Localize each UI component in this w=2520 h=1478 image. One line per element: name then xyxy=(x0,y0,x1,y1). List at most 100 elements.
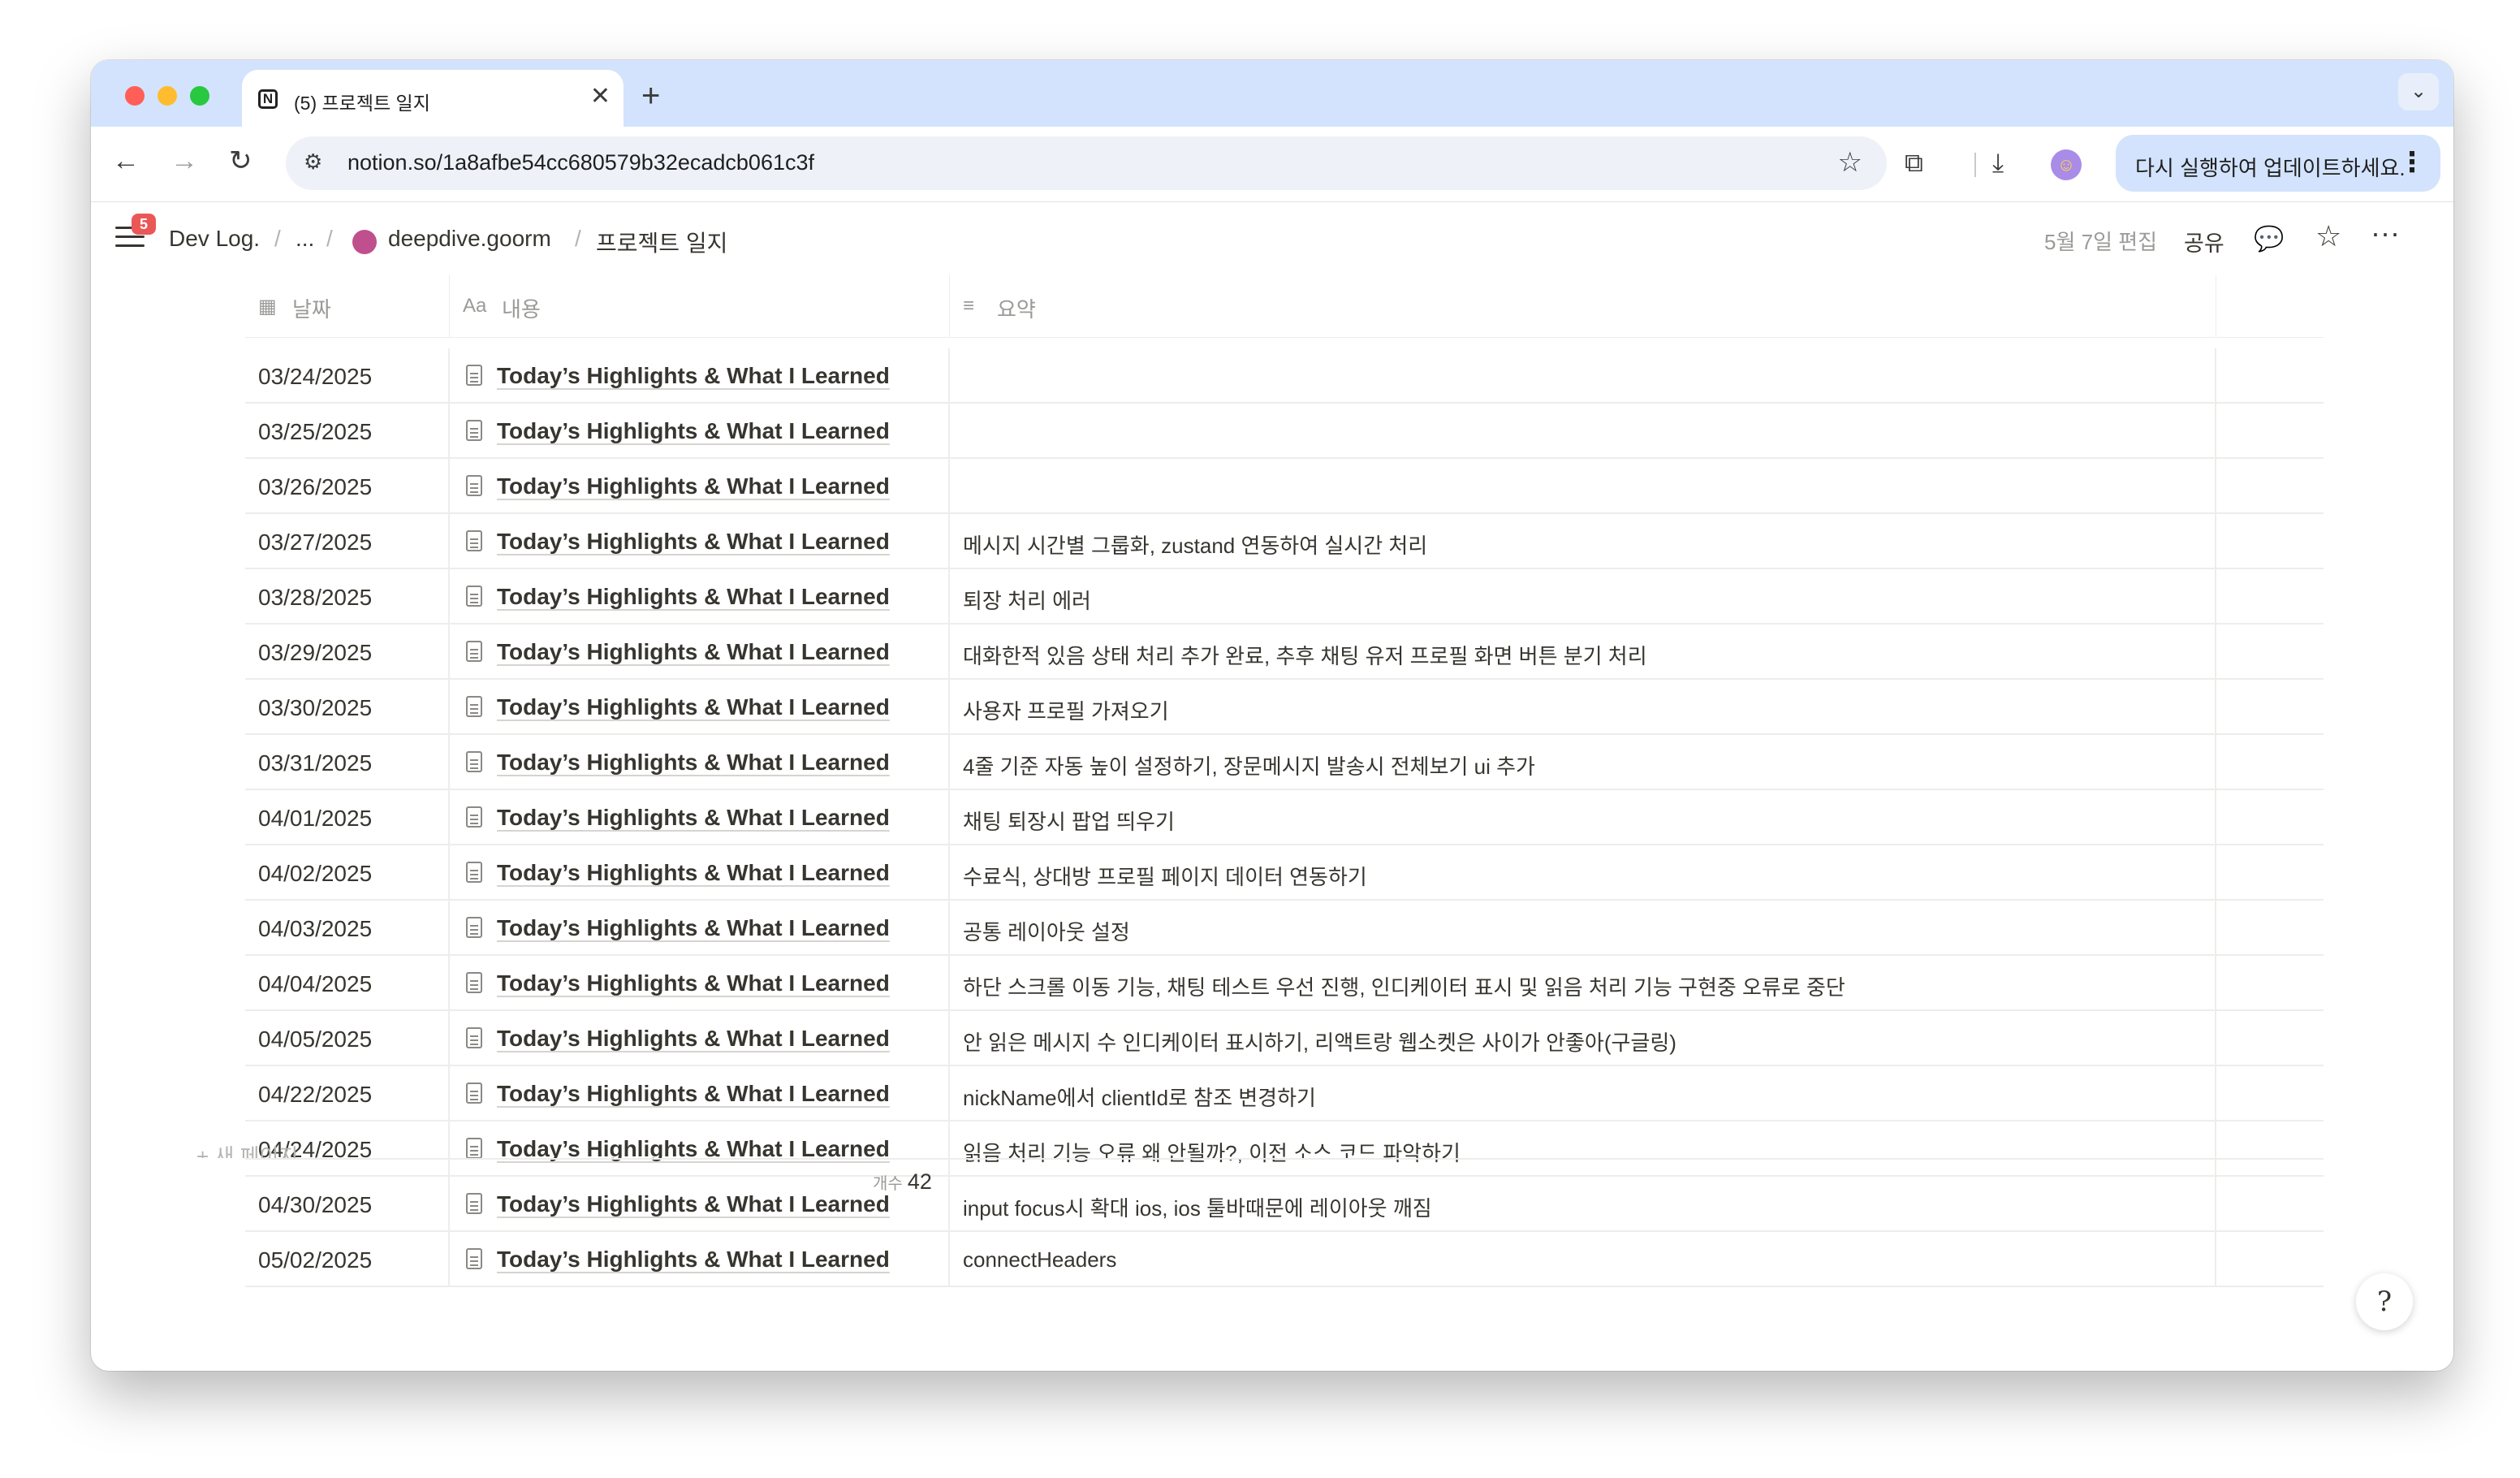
table-row[interactable]: 03/26/2025 Today’s Highlights & What I Le… xyxy=(245,459,2324,514)
page-title-link[interactable]: Today’s Highlights & What I Learned xyxy=(497,694,890,720)
empty-cell[interactable] xyxy=(2216,348,2324,404)
site-settings-icon[interactable]: ⚙ xyxy=(304,149,322,175)
date-cell[interactable]: 03/27/2025 xyxy=(245,514,450,569)
summary-cell[interactable]: 메시지 시간별 그룹화, zustand 연동하여 실시간 처리 xyxy=(950,514,2216,569)
comment-icon[interactable]: 💬 xyxy=(2254,223,2284,256)
date-cell[interactable]: 04/05/2025 xyxy=(245,1011,450,1066)
breadcrumb-dev-log[interactable]: Dev Log. xyxy=(169,226,260,252)
page-title-link[interactable]: Today’s Highlights & What I Learned xyxy=(497,805,890,831)
table-row[interactable]: 03/27/2025 Today’s Highlights & What I Le… xyxy=(245,514,2324,569)
profile-avatar-icon[interactable]: ☺ xyxy=(2051,149,2082,180)
page-title-link[interactable]: Today’s Highlights & What I Learned xyxy=(497,363,890,389)
share-button[interactable]: 공유 xyxy=(2184,226,2224,257)
title-cell[interactable]: Today’s Highlights & What I Learned xyxy=(450,1066,950,1121)
empty-cell[interactable] xyxy=(2216,680,2324,735)
title-cell[interactable]: Today’s Highlights & What I Learned xyxy=(450,790,950,845)
date-cell[interactable]: 04/04/2025 xyxy=(245,956,450,1011)
summary-cell[interactable]: 수료식, 상대방 프로필 페이지 데이터 연동하기 xyxy=(950,845,2216,901)
title-cell[interactable]: Today’s Highlights & What I Learned xyxy=(450,680,950,735)
column-header-summary[interactable]: ≡ 요약 xyxy=(950,275,2216,337)
date-cell[interactable]: 03/30/2025 xyxy=(245,680,450,735)
date-cell[interactable]: 03/31/2025 xyxy=(245,735,450,790)
bookmark-star-icon[interactable]: ☆ xyxy=(1838,146,1862,179)
update-relaunch-button[interactable]: 다시 실행하여 업데이트하세요. ⋮ xyxy=(2116,135,2440,192)
summary-cell[interactable] xyxy=(950,348,2216,404)
breadcrumb-ellipsis[interactable]: ... xyxy=(296,226,314,252)
empty-cell[interactable] xyxy=(2216,569,2324,624)
summary-cell[interactable]: connectHeaders xyxy=(950,1232,2216,1287)
page-title-link[interactable]: Today’s Highlights & What I Learned xyxy=(497,915,890,941)
table-row[interactable]: 04/05/2025 Today’s Highlights & What I Le… xyxy=(245,1011,2324,1066)
last-edited-label[interactable]: 5월 7일 편집 xyxy=(2044,226,2157,256)
summary-cell[interactable]: 공통 레이아웃 설정 xyxy=(950,901,2216,956)
title-cell[interactable]: Today’s Highlights & What I Learned xyxy=(450,459,950,514)
page-title-link[interactable]: Today’s Highlights & What I Learned xyxy=(497,584,890,610)
empty-cell[interactable] xyxy=(2216,790,2324,845)
empty-cell[interactable] xyxy=(2216,1177,2324,1232)
page-title-link[interactable]: Today’s Highlights & What I Learned xyxy=(497,1081,890,1107)
title-cell[interactable]: Today’s Highlights & What I Learned xyxy=(450,901,950,956)
empty-cell[interactable] xyxy=(2216,624,2324,680)
date-cell[interactable]: 04/22/2025 xyxy=(245,1066,450,1121)
title-cell[interactable]: Today’s Highlights & What I Learned xyxy=(450,569,950,624)
table-row[interactable]: 03/24/2025 Today’s Highlights & What I Le… xyxy=(245,348,2324,404)
more-options-icon[interactable]: ··· xyxy=(2371,217,2400,249)
table-row[interactable]: 04/24/2025 Today’s Highlights & What I Le… xyxy=(245,1121,2324,1177)
summary-cell[interactable] xyxy=(950,459,2216,514)
table-row[interactable]: 03/30/2025 Today’s Highlights & What I Le… xyxy=(245,680,2324,735)
page-title-link[interactable]: Today’s Highlights & What I Learned xyxy=(497,750,890,776)
date-cell[interactable]: 04/02/2025 xyxy=(245,845,450,901)
tab-search-button[interactable]: ⌄ xyxy=(2398,73,2439,110)
empty-cell[interactable] xyxy=(2216,1011,2324,1066)
title-cell[interactable]: Today’s Highlights & What I Learned xyxy=(450,1121,950,1177)
empty-cell[interactable] xyxy=(2216,1121,2324,1177)
table-row[interactable]: 04/03/2025 Today’s Highlights & What I Le… xyxy=(245,901,2324,956)
date-cell[interactable]: 03/29/2025 xyxy=(245,624,450,680)
table-row[interactable]: 03/25/2025 Today’s Highlights & What I Le… xyxy=(245,404,2324,459)
title-cell[interactable]: Today’s Highlights & What I Learned xyxy=(450,514,950,569)
empty-cell[interactable] xyxy=(2216,956,2324,1011)
new-tab-button[interactable]: + xyxy=(641,80,660,112)
date-cell[interactable]: 04/30/2025 xyxy=(245,1177,450,1232)
title-cell[interactable]: Today’s Highlights & What I Learned xyxy=(450,956,950,1011)
table-row[interactable]: 04/04/2025 Today’s Highlights & What I Le… xyxy=(245,956,2324,1011)
empty-cell[interactable] xyxy=(2216,735,2324,790)
date-cell[interactable]: 03/24/2025 xyxy=(245,348,450,404)
page-title-link[interactable]: Today’s Highlights & What I Learned xyxy=(497,1247,890,1273)
title-cell[interactable]: Today’s Highlights & What I Learned xyxy=(450,1232,950,1287)
close-window-button[interactable] xyxy=(125,86,145,106)
table-row[interactable]: 04/02/2025 Today’s Highlights & What I Le… xyxy=(245,845,2324,901)
table-row[interactable]: 05/02/2025 Today’s Highlights & What I Le… xyxy=(245,1232,2324,1287)
summary-cell[interactable]: nickName에서 clientId로 참조 변경하기 xyxy=(950,1066,2216,1121)
address-bar[interactable]: ⚙ notion.so/1a8afbe54cc680579b32ecadcb06… xyxy=(286,136,1887,190)
date-cell[interactable]: 03/25/2025 xyxy=(245,404,450,459)
minimize-window-button[interactable] xyxy=(158,86,177,106)
browser-menu-kebab-icon[interactable]: ⋮ xyxy=(2398,145,2426,180)
help-question-icon[interactable]: ? xyxy=(2356,1273,2413,1330)
breadcrumb-deepdive-goorm[interactable]: deepdive.goorm xyxy=(388,226,551,252)
table-row[interactable]: 04/30/2025 Today’s Highlights & What I Le… xyxy=(245,1177,2324,1232)
title-cell[interactable]: Today’s Highlights & What I Learned xyxy=(450,1011,950,1066)
page-title-link[interactable]: Today’s Highlights & What I Learned xyxy=(497,1191,890,1217)
extensions-puzzle-icon[interactable]: ⧉ xyxy=(1905,148,1923,177)
empty-cell[interactable] xyxy=(2216,459,2324,514)
breadcrumb-project-log[interactable]: 프로젝트 일지 xyxy=(596,226,727,258)
favorite-star-icon[interactable]: ☆ xyxy=(2315,220,2341,253)
summary-cell[interactable] xyxy=(950,404,2216,459)
empty-cell[interactable] xyxy=(2216,404,2324,459)
summary-cell[interactable]: 읽음 처리 기능 오류 왜 안될까?, 이전 소스 코드 파악하기 xyxy=(950,1121,2216,1177)
summary-cell[interactable]: 하단 스크롤 이동 기능, 채팅 테스트 우선 진행, 인디케이터 표시 및 읽… xyxy=(950,956,2216,1011)
empty-cell[interactable] xyxy=(2216,901,2324,956)
table-row[interactable]: 03/28/2025 Today’s Highlights & What I Le… xyxy=(245,569,2324,624)
page-title-link[interactable]: Today’s Highlights & What I Learned xyxy=(497,529,890,555)
page-title-link[interactable]: Today’s Highlights & What I Learned xyxy=(497,1026,890,1052)
summary-cell[interactable]: input focus시 확대 ios, ios 툴바때문에 레이아웃 깨짐 xyxy=(950,1177,2216,1232)
summary-cell[interactable]: 대화한적 있음 상태 처리 추가 완료, 추후 채팅 유저 프로필 화면 버튼 … xyxy=(950,624,2216,680)
page-title-link[interactable]: Today’s Highlights & What I Learned xyxy=(497,418,890,444)
title-cell[interactable]: Today’s Highlights & What I Learned xyxy=(450,735,950,790)
reload-icon[interactable]: ↻ xyxy=(229,145,252,177)
summary-cell[interactable]: 안 읽은 메시지 수 인디케이터 표시하기, 리액트랑 웹소켓은 사이가 안좋아… xyxy=(950,1011,2216,1066)
table-row[interactable]: 04/22/2025 Today’s Highlights & What I Le… xyxy=(245,1066,2324,1121)
summary-cell[interactable]: 사용자 프로필 가져오기 xyxy=(950,680,2216,735)
empty-cell[interactable] xyxy=(2216,845,2324,901)
